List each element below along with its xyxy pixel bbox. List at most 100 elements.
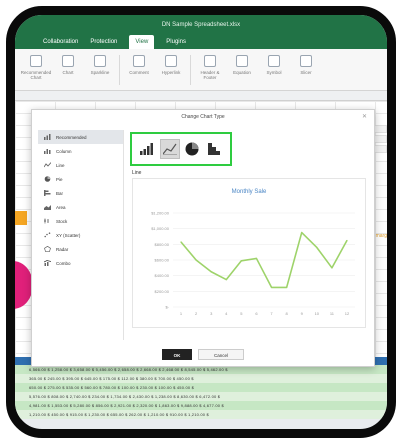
ribbon-divider [190, 55, 191, 85]
y-tick-label: $1,000.00 [151, 226, 170, 231]
data-point [210, 271, 212, 273]
column-chart-icon [44, 149, 51, 154]
data-point [255, 257, 258, 260]
chart-button[interactable]: Chart [55, 55, 81, 75]
chart-subtype-picker [130, 132, 232, 166]
table-row[interactable]: 1,210.00 $ 450.00 $ 915.00 $ 1,230.00 $ … [15, 410, 387, 419]
chart-type-radar[interactable]: Radar [38, 242, 123, 256]
menu-bar: Collaboration Protection View Plugins [15, 35, 387, 49]
combo-chart-icon [44, 260, 51, 266]
window-title: DN Sample Spreadsheet.xlsx [15, 15, 387, 35]
menu-plugins[interactable]: Plugins [166, 35, 186, 49]
sparkline-button[interactable]: Sparkline [87, 55, 113, 75]
chart-icon [62, 55, 74, 67]
data-point [286, 286, 288, 289]
chart-preview: Monthly Sale $1,200.00 $1,000.00 $800.00 $60… [132, 178, 366, 328]
slicer-button[interactable]: Slicer [293, 55, 319, 75]
preview-chart-type-label: Line [132, 170, 142, 176]
sparkline-icon [94, 55, 106, 67]
close-icon[interactable]: ✕ [362, 113, 367, 120]
dialog-title: Change Chart Type [181, 114, 225, 120]
line-chart-icon [162, 143, 177, 155]
subtype-histogram[interactable] [205, 139, 225, 159]
link-icon [165, 55, 177, 67]
ok-button[interactable]: OK [162, 349, 192, 360]
x-tick-label: 6 [255, 311, 258, 316]
menu-protection[interactable]: Protection [90, 35, 117, 49]
column-chart-icon [140, 143, 154, 155]
y-tick-label: $800.00 [155, 242, 170, 247]
stock-chart-icon [44, 218, 49, 224]
x-tick-label: 4 [225, 311, 228, 316]
data-point [316, 246, 318, 249]
recommended-chart-icon [30, 55, 42, 67]
orange-marker [15, 211, 27, 225]
line-chart: Monthly Sale $1,200.00 $1,000.00 $800.00 $60… [151, 189, 355, 316]
header-footer-button[interactable]: Header & Footer [197, 55, 223, 80]
chart-type-area[interactable]: Area [38, 200, 123, 214]
x-tick-label: 8 [286, 311, 289, 316]
data-point [331, 267, 333, 269]
table-row[interactable]: 650.00 $ 275.00 $ 535.00 $ 560.00 $ 780.… [15, 383, 387, 392]
x-tick-label: 12 [345, 311, 350, 316]
chart-type-column[interactable]: Column [38, 144, 123, 158]
data-point [346, 239, 348, 242]
chart-type-bar[interactable]: Bar [38, 186, 123, 200]
scatter-chart-icon [44, 232, 51, 238]
comment-button[interactable]: Comment [126, 55, 152, 75]
x-tick-label: 9 [301, 311, 304, 316]
chart-type-scatter[interactable]: XY (Scatter) [38, 228, 123, 242]
menu-view[interactable]: View [129, 35, 155, 49]
change-chart-type-dialog: Change Chart Type ✕ Recommended Column L… [31, 109, 375, 367]
subtype-pie[interactable] [182, 139, 202, 159]
radar-chart-icon [44, 246, 51, 252]
cancel-button[interactable]: Cancel [198, 349, 244, 360]
data-point [301, 231, 303, 234]
data-point [180, 241, 182, 243]
bar-chart-icon [44, 190, 51, 196]
chart-type-list: Recommended Column Line Pie Bar Area Sto… [38, 130, 124, 340]
symbol-button[interactable]: Symbol [261, 55, 287, 75]
comment-icon [133, 55, 145, 67]
histogram-chart-icon [207, 143, 220, 155]
area-chart-icon [44, 205, 51, 210]
chart-type-line[interactable]: Line [38, 158, 123, 172]
table-row[interactable]: 5,576.00 $ 808.00 $ 2,740.00 $ 234.00 $ … [15, 392, 387, 401]
recommended-chart-button[interactable]: Recommended Chart [21, 55, 51, 80]
data-point [195, 259, 197, 261]
chart-type-stock[interactable]: Stock [38, 214, 123, 228]
chart-type-recommended[interactable]: Recommended [38, 130, 123, 144]
pie-chart-icon [185, 142, 199, 156]
x-tick-label: 1 [180, 311, 183, 316]
x-tick-label: 7 [270, 311, 273, 316]
dialog-footer: OK Cancel [32, 349, 374, 360]
x-tick-label: 2 [195, 311, 198, 316]
x-tick-label: 3 [210, 311, 213, 316]
y-tick-label: $- [165, 305, 169, 310]
menu-collaboration[interactable]: Collaboration [43, 35, 78, 49]
table-row[interactable]: 365.00 $ 245.00 $ 395.00 $ 645.00 $ 175.… [15, 374, 387, 383]
chart-title: Monthly Sale [232, 189, 267, 195]
equation-icon [236, 55, 248, 67]
y-tick-label: $1,200.00 [151, 211, 170, 216]
y-tick-label: $400.00 [155, 273, 170, 278]
chart-type-pie[interactable]: Pie [38, 172, 123, 186]
recommended-chart-icon [44, 134, 51, 140]
equation-button[interactable]: Equation [229, 55, 255, 75]
line-chart-icon [44, 162, 51, 168]
y-tick-label: $200.00 [155, 289, 170, 294]
subtype-column[interactable] [137, 139, 157, 159]
ribbon-divider [119, 55, 120, 85]
table-row[interactable]: 4,981.00 $ 1,553.00 $ 5,280.00 $ 856.00 … [15, 401, 387, 410]
x-tick-label: 5 [240, 311, 243, 316]
y-tick-label: $600.00 [155, 258, 170, 263]
omega-icon [268, 55, 280, 67]
hyperlink-button[interactable]: Hyperlink [158, 55, 184, 75]
device-frame: DN Sample Spreadsheet.xlsx Collaboration… [6, 6, 396, 438]
pie-chart-icon [44, 176, 51, 182]
data-point [225, 278, 227, 281]
subtype-line[interactable] [159, 139, 180, 159]
chart-type-combo[interactable]: Combo [38, 256, 123, 270]
slicer-icon [300, 55, 312, 67]
x-tick-label: 11 [330, 311, 335, 316]
